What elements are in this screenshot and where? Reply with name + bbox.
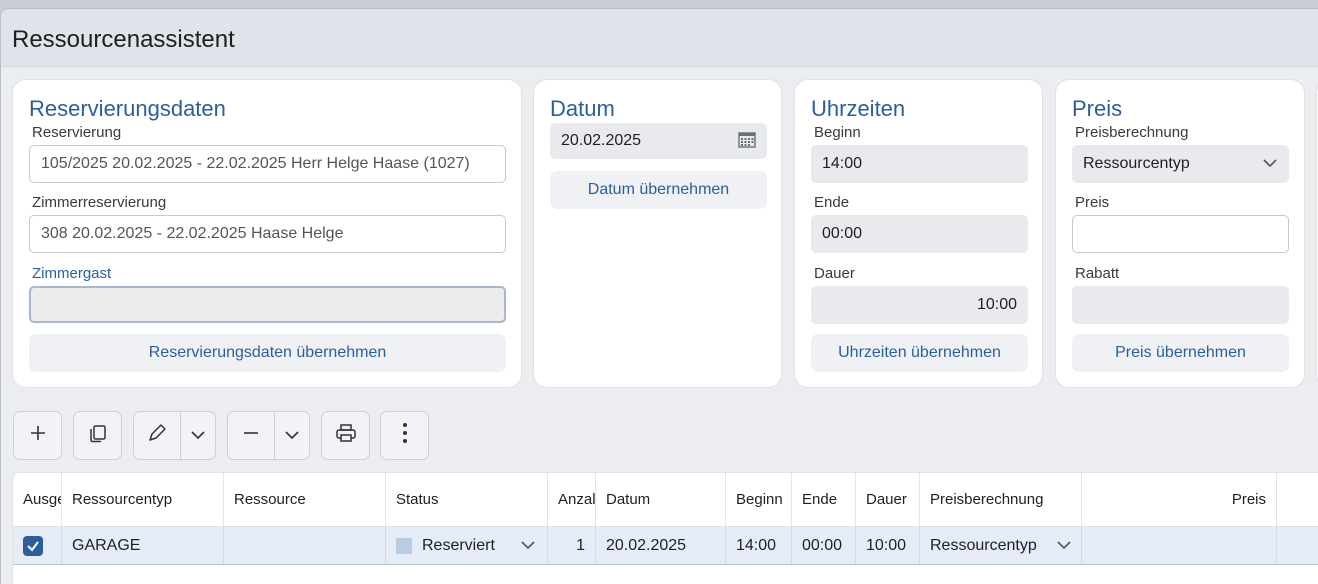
duration-value: 10:00 xyxy=(976,296,1017,313)
more-button[interactable] xyxy=(380,411,429,460)
end-field[interactable]: 00:00 xyxy=(811,215,1028,253)
price-field[interactable] xyxy=(1072,215,1289,253)
apply-times-button[interactable]: Uhrzeiten übernehmen xyxy=(811,334,1028,372)
price-calc-label: Preisberechnung xyxy=(1075,124,1189,141)
price-card: Preis Preisberechnung Ressourcentyp Prei… xyxy=(1055,79,1305,388)
resource-cell[interactable] xyxy=(224,527,386,564)
end-value: 00:00 xyxy=(822,225,863,242)
duration-label: Dauer xyxy=(814,265,855,282)
column-header-selected[interactable]: Ausge xyxy=(13,473,62,526)
price-label: Preis xyxy=(1075,194,1110,211)
end-cell: 00:00 xyxy=(792,527,856,564)
edit-split-button xyxy=(133,411,216,460)
discount-label: Rabatt xyxy=(1075,265,1120,282)
column-header-price[interactable]: Preis xyxy=(1082,473,1277,526)
reservation-data-card: Reservierungsdaten Reservierung 105/2025… xyxy=(12,79,522,388)
begin-label: Beginn xyxy=(814,124,861,141)
resource-type-cell: GARAGE xyxy=(62,527,224,564)
apply-price-button[interactable]: Preis übernehmen xyxy=(1072,334,1289,372)
column-header-end[interactable]: Ende xyxy=(792,473,856,526)
check-icon xyxy=(27,540,39,552)
selected-cell[interactable] xyxy=(13,527,62,564)
minus-icon xyxy=(242,424,260,447)
status-cell[interactable]: Reserviert xyxy=(386,527,548,564)
table-header: Ausge Ressourcentyp Ressource Status Anz… xyxy=(13,473,1318,527)
date-card: Datum 20.02.2025 Datum übernehmen xyxy=(533,79,782,388)
plus-icon xyxy=(29,424,47,447)
room-reservation-value: 308 20.02.2025 - 22.02.2025 Haase Helge xyxy=(41,225,344,242)
column-header-price-calc[interactable]: Preisberechnung xyxy=(920,473,1082,526)
add-button[interactable] xyxy=(13,411,62,460)
duration-field[interactable]: 10:00 xyxy=(811,286,1028,324)
count-cell: 1 xyxy=(548,527,596,564)
remove-dropdown-button[interactable] xyxy=(275,412,309,459)
price-calc-value: Ressourcentyp xyxy=(1083,155,1190,172)
date-cell: 20.02.2025 xyxy=(596,527,726,564)
table-row[interactable]: GARAGE Reserviert 1 20.02.2025 14:00 00:… xyxy=(13,527,1318,565)
extra-cell xyxy=(1277,527,1318,564)
reservation-field[interactable]: 105/2025 20.02.2025 - 22.02.2025 Herr He… xyxy=(29,145,506,183)
reservation-label: Reservierung xyxy=(32,124,122,141)
chevron-down-icon xyxy=(521,537,535,555)
more-vertical-icon xyxy=(402,422,408,449)
edit-dropdown-button[interactable] xyxy=(181,412,215,459)
column-header-begin[interactable]: Beginn xyxy=(726,473,792,526)
column-header-date[interactable]: Datum xyxy=(596,473,726,526)
room-guest-label: Zimmergast xyxy=(32,265,112,282)
price-calc-select[interactable]: Ressourcentyp xyxy=(1072,145,1289,183)
apply-reservation-data-button[interactable]: Reservierungsdaten übernehmen xyxy=(29,334,506,372)
begin-value: 14:00 xyxy=(822,155,863,172)
date-value: 20.02.2025 xyxy=(561,132,642,149)
copy-button[interactable] xyxy=(73,411,122,460)
price-cell[interactable] xyxy=(1082,527,1277,564)
times-card: Uhrzeiten Beginn 14:00 Ende 00:00 Dauer … xyxy=(794,79,1043,388)
column-header-extra xyxy=(1277,473,1318,526)
window-title: Ressourcenassistent xyxy=(12,26,235,53)
chevron-down-icon xyxy=(285,427,299,445)
chevron-down-icon xyxy=(1057,537,1071,555)
date-card-heading: Datum xyxy=(550,96,615,121)
apply-date-button[interactable]: Datum übernehmen xyxy=(550,171,767,209)
status-badge: Reserviert xyxy=(396,537,495,555)
price-calc-cell[interactable]: Ressourcentyp xyxy=(920,527,1082,564)
resources-table: Ausge Ressourcentyp Ressource Status Anz… xyxy=(12,472,1318,584)
calendar-icon[interactable] xyxy=(738,130,756,153)
chevron-down-icon xyxy=(191,427,205,445)
resource-wizard-window: Ressourcenassistent Reservierungsdaten R… xyxy=(0,8,1318,584)
remove-button[interactable] xyxy=(228,412,274,459)
begin-cell: 14:00 xyxy=(726,527,792,564)
times-card-heading: Uhrzeiten xyxy=(811,96,906,121)
room-reservation-label: Zimmerreservierung xyxy=(32,194,167,211)
edit-button[interactable] xyxy=(134,412,180,459)
discount-field[interactable] xyxy=(1072,286,1289,324)
column-header-count[interactable]: Anzal xyxy=(548,473,596,526)
column-header-resource[interactable]: Ressource xyxy=(224,473,386,526)
printer-icon xyxy=(335,423,357,448)
room-reservation-field[interactable]: 308 20.02.2025 - 22.02.2025 Haase Helge xyxy=(29,215,506,253)
checkbox-checked[interactable] xyxy=(23,535,43,556)
begin-field[interactable]: 14:00 xyxy=(811,145,1028,183)
column-header-duration[interactable]: Dauer xyxy=(856,473,920,526)
price-card-heading: Preis xyxy=(1072,96,1123,121)
status-swatch xyxy=(396,537,412,554)
copy-icon xyxy=(88,423,108,448)
end-label: Ende xyxy=(814,194,850,211)
print-button[interactable] xyxy=(321,411,370,460)
date-field[interactable]: 20.02.2025 xyxy=(550,123,767,159)
chevron-down-icon xyxy=(1262,155,1278,173)
reservation-card-heading: Reservierungsdaten xyxy=(29,96,226,121)
pencil-icon xyxy=(147,423,167,448)
column-header-resource-type[interactable]: Ressourcentyp xyxy=(62,473,224,526)
column-header-status[interactable]: Status xyxy=(386,473,548,526)
price-calc-cell-value: Ressourcentyp xyxy=(930,536,1037,554)
duration-cell: 10:00 xyxy=(856,527,920,564)
status-value: Reserviert xyxy=(422,536,495,554)
reservation-value: 105/2025 20.02.2025 - 22.02.2025 Herr He… xyxy=(41,155,470,172)
remove-split-button xyxy=(227,411,310,460)
title-bar: Ressourcenassistent xyxy=(1,9,1318,67)
room-guest-field[interactable] xyxy=(29,286,506,323)
